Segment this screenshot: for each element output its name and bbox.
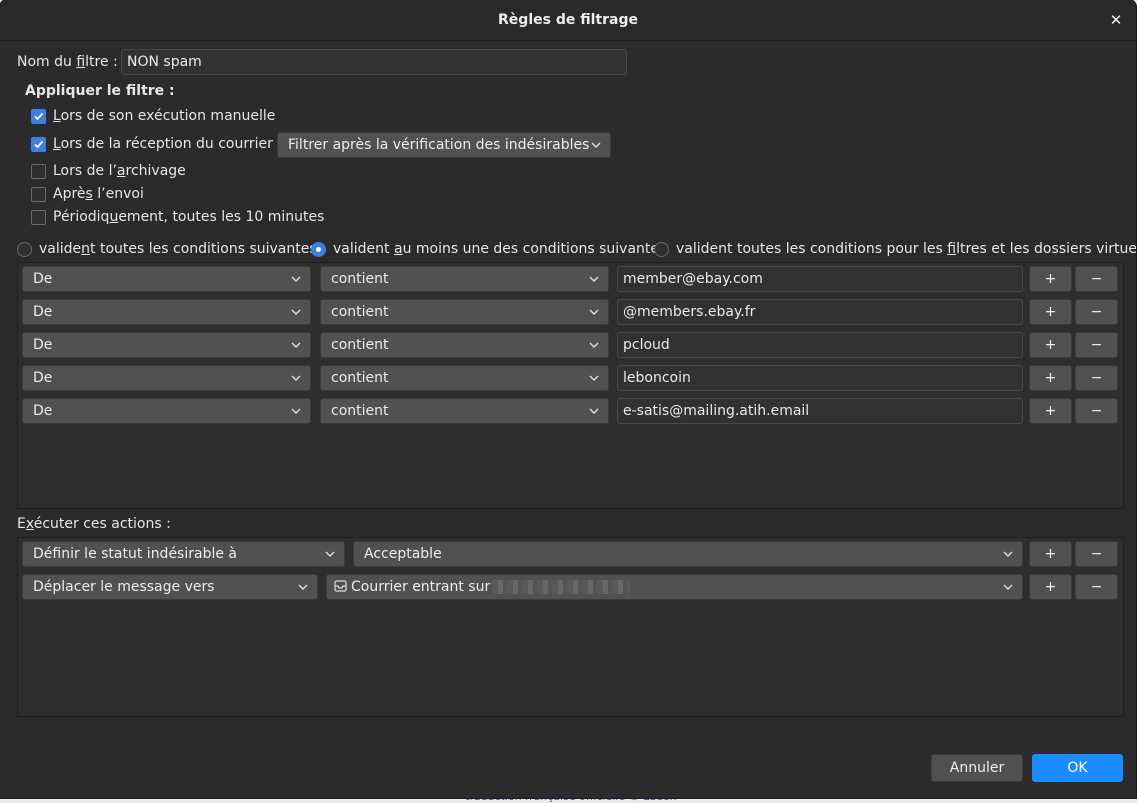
chevron-down-icon (591, 140, 601, 150)
target-folder-select[interactable]: Courrier entrant sur (326, 574, 1023, 600)
add-condition-button[interactable]: + (1029, 365, 1072, 391)
condition-value-input[interactable]: @members.ebay.fr (617, 299, 1023, 325)
cancel-button[interactable]: Annuler (931, 754, 1023, 782)
condition-operator-select[interactable]: contient (320, 332, 609, 358)
add-condition-button[interactable]: + (1029, 332, 1072, 358)
chevron-down-icon (1003, 549, 1013, 559)
manual-run-label: Lors de son exécution manuelle (53, 108, 276, 124)
filter-name-label: Nom du filtre : (17, 54, 118, 70)
on-archive-checkbox[interactable] (31, 164, 46, 179)
condition-operator-select[interactable]: contient (320, 398, 609, 424)
match-virtual-label: valident toutes les conditions pour les … (676, 241, 1136, 257)
condition-value-input[interactable]: e-satis@mailing.atih.email (617, 398, 1023, 424)
condition-field-select[interactable]: De (22, 398, 311, 424)
junk-status-value: Acceptable (364, 546, 442, 562)
chevron-down-icon (291, 406, 301, 416)
action-type-value: Déplacer le message vers (33, 579, 215, 595)
chevron-down-icon (589, 340, 599, 350)
inbox-folder-icon (334, 576, 347, 592)
condition-field-value: De (33, 337, 53, 353)
condition-operator-value: contient (331, 304, 389, 320)
condition-operator-select[interactable]: contient (320, 299, 609, 325)
condition-field-value: De (33, 370, 53, 386)
match-all-radio[interactable] (17, 242, 32, 257)
condition-field-select[interactable]: De (22, 332, 311, 358)
condition-value-input[interactable]: member@ebay.com (617, 266, 1023, 292)
remove-condition-button[interactable]: − (1075, 365, 1118, 391)
condition-field-select[interactable]: De (22, 299, 311, 325)
on-receipt-checkbox[interactable] (31, 137, 46, 152)
target-folder-value: Courrier entrant sur (351, 579, 491, 595)
periodic-checkbox[interactable] (31, 210, 46, 225)
condition-field-select[interactable]: De (22, 365, 311, 391)
action-type-value: Définir le statut indésirable à (33, 546, 237, 562)
remove-action-button[interactable]: − (1075, 541, 1118, 567)
dialog-title: Règles de filtrage (498, 12, 638, 28)
actions-heading: Exécuter ces actions : (17, 516, 171, 532)
after-send-checkbox[interactable] (31, 187, 46, 202)
periodic-label: Périodiquement, toutes les 10 minutes (53, 209, 325, 225)
chevron-down-icon (291, 274, 301, 284)
add-condition-button[interactable]: + (1029, 299, 1072, 325)
chevron-down-icon (298, 582, 308, 592)
remove-action-button[interactable]: − (1075, 574, 1118, 600)
add-action-button[interactable]: + (1029, 574, 1072, 600)
title-bar: Règles de filtrage ✕ (0, 0, 1136, 41)
condition-field-value: De (33, 271, 53, 287)
match-virtual-radio[interactable] (654, 242, 669, 257)
chevron-down-icon (589, 373, 599, 383)
chevron-down-icon (325, 549, 335, 559)
condition-operator-value: contient (331, 337, 389, 353)
chevron-down-icon (589, 307, 599, 317)
remove-condition-button[interactable]: − (1075, 266, 1118, 292)
match-any-radio[interactable] (311, 242, 326, 257)
action-type-select[interactable]: Définir le statut indésirable à (22, 541, 345, 567)
conditions-list[interactable]: De contient member@ebay.com + − De contient @me… (17, 262, 1124, 509)
condition-field-value: De (33, 403, 53, 419)
chevron-down-icon (291, 340, 301, 350)
match-all-label: valident toutes les conditions suivantes (39, 241, 317, 257)
condition-operator-select[interactable]: contient (320, 365, 609, 391)
manual-run-checkbox[interactable] (31, 109, 46, 124)
remove-condition-button[interactable]: − (1075, 332, 1118, 358)
chevron-down-icon (291, 307, 301, 317)
condition-field-select[interactable]: De (22, 266, 311, 292)
chevron-down-icon (589, 274, 599, 284)
remove-condition-button[interactable]: − (1075, 299, 1118, 325)
receipt-timing-select[interactable]: Filtrer après la vérification des indési… (277, 132, 611, 158)
condition-value-input[interactable]: leboncoin (617, 365, 1023, 391)
condition-operator-value: contient (331, 370, 389, 386)
on-archive-label: Lors de l’archivage (53, 163, 186, 179)
condition-operator-value: contient (331, 271, 389, 287)
filter-rules-dialog: Règles de filtrage ✕ Nom du filtre : NON… (0, 0, 1136, 798)
add-action-button[interactable]: + (1029, 541, 1072, 567)
filter-name-input[interactable]: NON spam (121, 49, 627, 75)
action-type-select[interactable]: Déplacer le message vers (22, 574, 318, 600)
receipt-timing-value: Filtrer après la vérification des indési… (288, 137, 590, 153)
ok-button[interactable]: OK (1032, 754, 1123, 782)
chevron-down-icon (589, 406, 599, 416)
condition-value-input[interactable]: pcloud (617, 332, 1023, 358)
chevron-down-icon (291, 373, 301, 383)
add-condition-button[interactable]: + (1029, 266, 1072, 292)
remove-condition-button[interactable]: − (1075, 398, 1118, 424)
after-send-label: Après l’envoi (53, 186, 144, 202)
condition-field-value: De (33, 304, 53, 320)
junk-status-select[interactable]: Acceptable (353, 541, 1023, 567)
actions-list[interactable]: Définir le statut indésirable à Acceptab… (17, 537, 1124, 717)
condition-operator-value: contient (331, 403, 389, 419)
add-condition-button[interactable]: + (1029, 398, 1072, 424)
close-icon[interactable]: ✕ (1108, 12, 1124, 28)
apply-filter-heading: Appliquer le filtre : (25, 83, 175, 99)
redacted-account (492, 580, 631, 594)
condition-operator-select[interactable]: contient (320, 266, 609, 292)
chevron-down-icon (1003, 582, 1013, 592)
on-receipt-label: Lors de la réception du courrier : (53, 136, 283, 152)
match-any-label: valident au moins une des conditions sui… (333, 241, 667, 257)
